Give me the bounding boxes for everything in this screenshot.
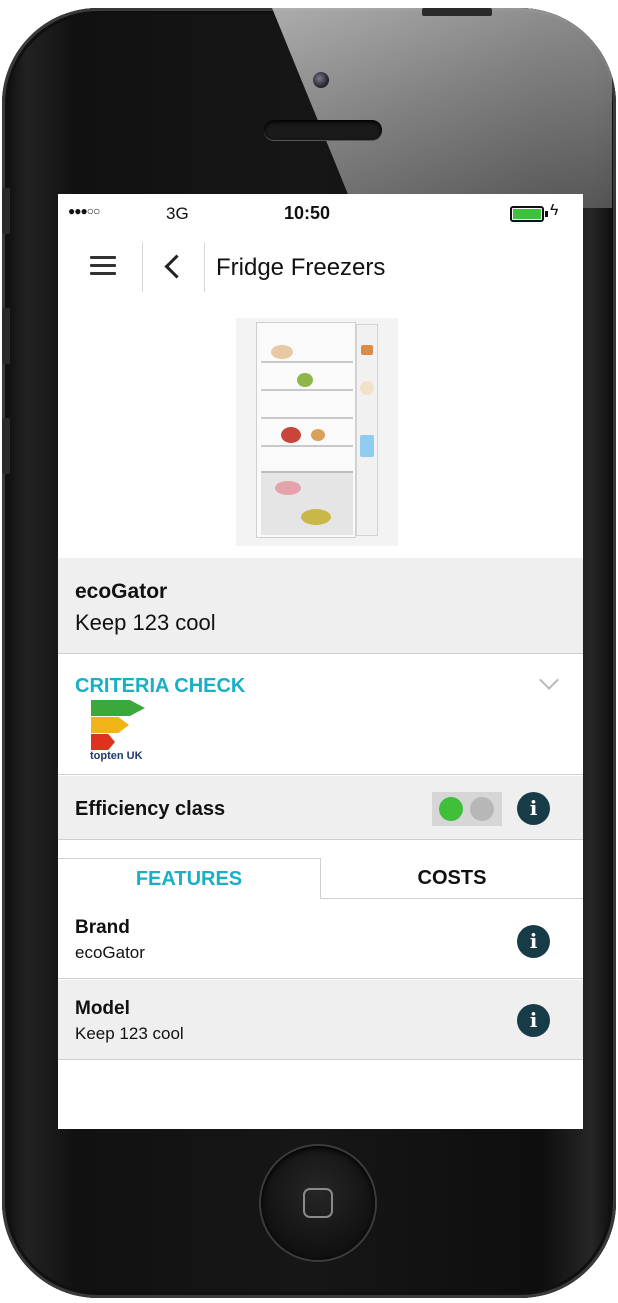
info-icon[interactable]: i [517, 792, 550, 825]
feature-row-model: Model Keep 123 cool i [58, 980, 583, 1060]
indicator-dot-green [439, 797, 463, 821]
navigation-bar: Fridge Freezers [58, 234, 583, 302]
tab-bar: FEATURES COSTS [58, 858, 583, 899]
nav-divider [204, 242, 205, 292]
chevron-left-icon[interactable] [160, 248, 184, 284]
criteria-check-header[interactable]: CRITERIA CHECK [75, 675, 245, 698]
chevron-down-icon[interactable] [539, 670, 559, 690]
nav-divider [142, 242, 143, 292]
page-title: Fridge Freezers [216, 254, 386, 281]
tab-features[interactable]: FEATURES [58, 858, 321, 899]
fridge-illustration [256, 322, 356, 538]
signal-strength-icon: ●●●○○ [68, 204, 100, 218]
battery-icon [510, 206, 544, 222]
efficiency-class-label: Efficiency class [75, 798, 226, 820]
freezer-drawer [261, 471, 353, 535]
product-title-panel: ecoGator Keep 123 cool [58, 558, 583, 654]
screen-glare [272, 8, 612, 208]
tab-costs[interactable]: COSTS [321, 858, 583, 899]
hamburger-menu-icon[interactable] [90, 256, 116, 276]
efficiency-class-row: Efficiency class i [58, 776, 583, 840]
earpiece-speaker [264, 120, 382, 140]
network-type: 3G [166, 204, 189, 223]
feature-label: Brand [75, 917, 130, 938]
topten-logo: topten UK [88, 700, 150, 764]
volume-down-button [2, 418, 10, 474]
product-image [236, 318, 398, 546]
topten-logo-text: topten UK [90, 750, 143, 762]
info-icon[interactable]: i [517, 925, 550, 958]
fridge-door-illustration [356, 324, 378, 536]
power-button [422, 8, 492, 16]
efficiency-indicator[interactable] [432, 792, 502, 826]
info-icon[interactable]: i [517, 1004, 550, 1037]
indicator-dot-gray [470, 797, 494, 821]
feature-value: ecoGator [75, 943, 145, 962]
home-square-icon [303, 1188, 333, 1218]
home-button[interactable] [261, 1146, 375, 1260]
charging-icon: ϟ [550, 202, 559, 219]
status-bar: ●●●○○ 3G 10:50 ϟ [58, 194, 583, 234]
criteria-check-section: CRITERIA CHECK topten UK [58, 655, 583, 775]
product-brand: ecoGator [75, 580, 168, 603]
front-camera [313, 72, 329, 88]
feature-row-brand: Brand ecoGator i [58, 899, 583, 979]
volume-up-button [2, 308, 10, 364]
app-screen: ●●●○○ 3G 10:50 ϟ Fridge Freezers ecoGato… [58, 194, 583, 1129]
battery-level [513, 209, 541, 219]
feature-label: Model [75, 998, 130, 1019]
product-model: Keep 123 cool [75, 610, 216, 635]
mute-switch [2, 188, 10, 234]
status-time: 10:50 [284, 203, 331, 223]
battery-tip [545, 211, 548, 217]
feature-value: Keep 123 cool [75, 1024, 184, 1043]
